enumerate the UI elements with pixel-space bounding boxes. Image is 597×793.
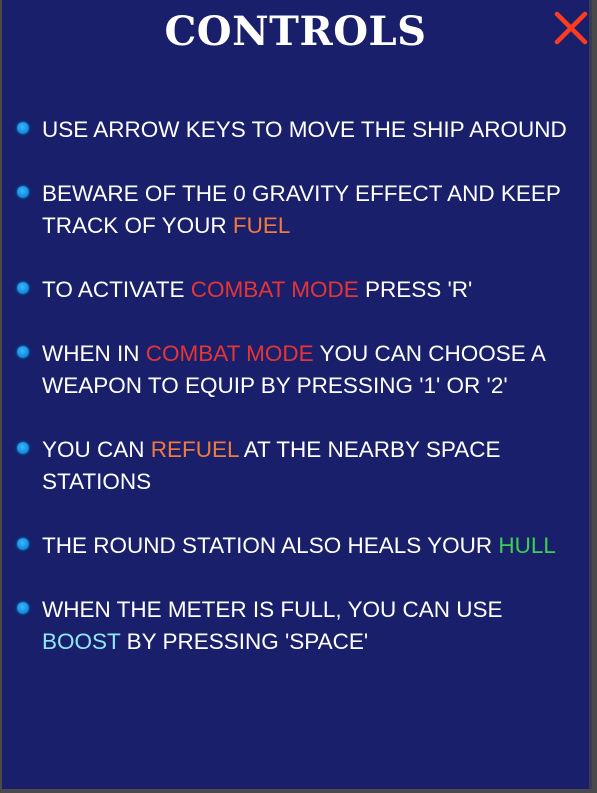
list-item: BEWARE OF THE 0 GRAVITY EFFECT AND KEEP … (2, 178, 592, 242)
bullet-icon (17, 538, 29, 550)
list-item-text: USE ARROW KEYS TO MOVE THE SHIP AROUND (42, 117, 567, 142)
highlight-red: COMBAT MODE (145, 341, 314, 366)
list-item: WHEN IN COMBAT MODE YOU CAN CHOOSE A WEA… (2, 338, 592, 402)
list-item: YOU CAN REFUEL AT THE NEARBY SPACE STATI… (2, 434, 592, 498)
list-item-segment: THE ROUND STATION ALSO HEALS YOUR (42, 533, 499, 558)
list-item-text: THE ROUND STATION ALSO HEALS YOUR HULL (42, 533, 556, 558)
highlight-orange: FUEL (232, 213, 291, 238)
list-item-segment: WHEN IN (42, 341, 146, 366)
list-item-text: TO ACTIVATE COMBAT MODE PRESS 'R' (42, 277, 472, 302)
highlight-cyan: BOOST (42, 629, 121, 654)
list-item-segment: YOU CAN (42, 437, 151, 462)
highlight-orange: REFUEL (150, 437, 239, 462)
highlight-red: COMBAT MODE (190, 277, 359, 302)
bullet-icon (17, 282, 29, 294)
list-item: THE ROUND STATION ALSO HEALS YOUR HULL (2, 530, 592, 562)
list-item: TO ACTIVATE COMBAT MODE PRESS 'R' (2, 274, 592, 306)
page-title: CONTROLS (164, 8, 427, 55)
bullet-icon (17, 346, 29, 358)
list-item: WHEN THE METER IS FULL, YOU CAN USE BOOS… (2, 594, 592, 658)
list-item-segment: WHEN THE METER IS FULL, YOU CAN USE (42, 597, 503, 622)
close-icon (554, 11, 588, 45)
list-item-segment: USE ARROW KEYS TO MOVE THE SHIP AROUND (42, 117, 567, 142)
list-item-segment: PRESS 'R' (358, 277, 473, 302)
list-item-segment: TO ACTIVATE (42, 277, 191, 302)
bullet-icon (17, 186, 29, 198)
list-item-text: WHEN THE METER IS FULL, YOU CAN USE BOOS… (42, 597, 503, 654)
list-item-text: YOU CAN REFUEL AT THE NEARBY SPACE STATI… (42, 437, 500, 494)
bullet-icon (17, 442, 29, 454)
list-item-text: BEWARE OF THE 0 GRAVITY EFFECT AND KEEP … (42, 181, 560, 238)
list-item: USE ARROW KEYS TO MOVE THE SHIP AROUND (2, 114, 592, 146)
close-button[interactable] (553, 10, 589, 46)
controls-list: USE ARROW KEYS TO MOVE THE SHIP AROUND BE… (2, 114, 592, 690)
list-item-segment: BY PRESSING 'SPACE' (120, 629, 369, 654)
controls-panel: CONTROLS USE ARROW KEYS TO MOVE THE SHIP… (2, 0, 592, 789)
bullet-icon (17, 602, 29, 614)
list-item-segment: BEWARE OF THE 0 GRAVITY EFFECT AND KEEP … (42, 181, 561, 238)
list-item-text: WHEN IN COMBAT MODE YOU CAN CHOOSE A WEA… (42, 341, 545, 398)
bullet-icon (17, 122, 29, 134)
highlight-green: HULL (498, 533, 556, 558)
